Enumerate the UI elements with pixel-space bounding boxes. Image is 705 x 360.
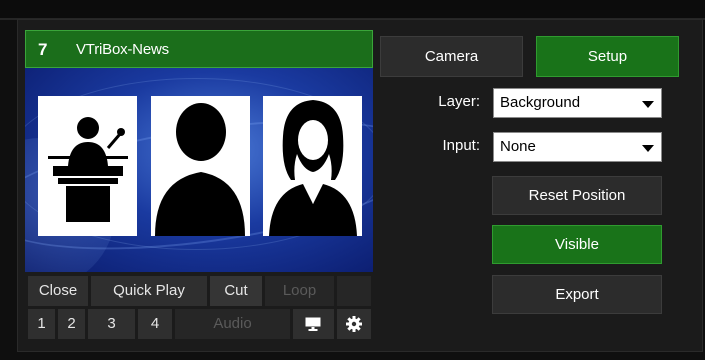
woman-silhouette-card	[263, 96, 362, 236]
input-dropdown[interactable]: None	[493, 132, 662, 162]
speaker-podium-card	[38, 96, 137, 236]
reset-position-button[interactable]: Reset Position	[492, 176, 662, 215]
person-silhouette-card	[151, 96, 250, 236]
loop-button[interactable]: Loop	[265, 276, 334, 306]
chevron-down-icon	[642, 145, 654, 152]
window-top-strip	[0, 0, 705, 20]
settings-button[interactable]	[337, 309, 371, 339]
speaker-podium-icon	[48, 117, 128, 222]
quick-play-button[interactable]: Quick Play	[91, 276, 207, 306]
overlay-4-button[interactable]: 4	[138, 309, 172, 339]
layer-value: Background	[500, 94, 581, 111]
input-number: 7	[38, 40, 48, 59]
monitor-button[interactable]	[293, 309, 334, 339]
close-button[interactable]: Close	[28, 276, 88, 306]
blank-button[interactable]	[337, 276, 371, 306]
camera-button[interactable]: Camera	[380, 36, 523, 77]
woman-silhouette-icon	[269, 100, 357, 236]
cut-button[interactable]: Cut	[210, 276, 262, 306]
overlay-1-button[interactable]: 1	[28, 309, 55, 339]
input-title-bar[interactable]: 7 VTriBox-News	[25, 30, 373, 68]
export-button[interactable]: Export	[492, 275, 662, 314]
overlay-3-button[interactable]: 3	[88, 309, 135, 339]
input-name: VTriBox-News	[76, 41, 169, 58]
input-label: Input:	[442, 137, 480, 154]
gear-icon	[346, 316, 362, 332]
input-preview[interactable]	[25, 68, 373, 272]
input-controls: Close Quick Play Cut Loop 1 2 3 4 Audio	[25, 272, 373, 340]
layer-dropdown[interactable]: Background	[493, 88, 662, 118]
setup-button[interactable]: Setup	[536, 36, 679, 77]
overlay-2-button[interactable]: 2	[58, 309, 85, 339]
visible-button[interactable]: Visible	[492, 225, 662, 264]
monitor-icon	[305, 317, 321, 331]
audio-button[interactable]: Audio	[175, 309, 290, 339]
person-silhouette-icon	[155, 103, 245, 236]
chevron-down-icon	[642, 101, 654, 108]
input-value: None	[500, 138, 536, 155]
layer-label: Layer:	[438, 93, 480, 110]
